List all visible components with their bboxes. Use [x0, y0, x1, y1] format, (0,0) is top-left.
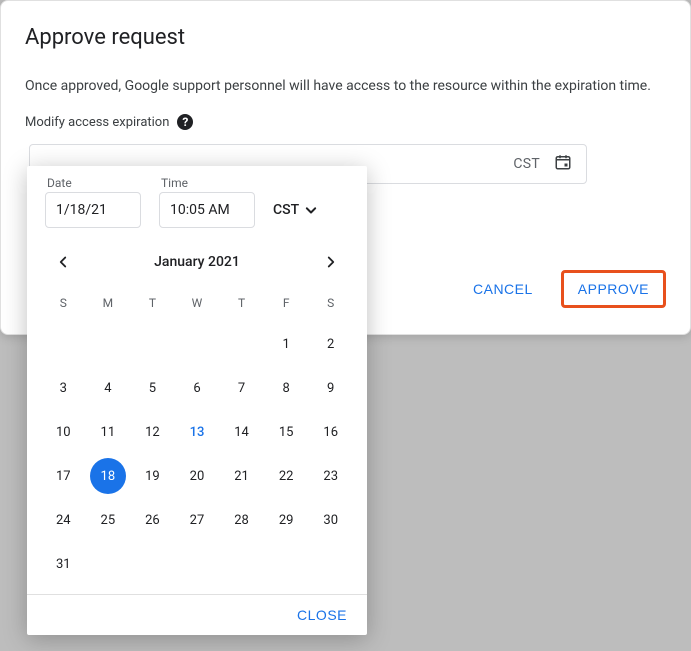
calendar-day[interactable]: 10 — [41, 410, 86, 454]
calendar-day[interactable]: 23 — [308, 454, 353, 498]
calendar-day[interactable]: 19 — [130, 454, 175, 498]
calendar-day[interactable]: 15 — [264, 410, 309, 454]
next-month-button[interactable] — [315, 246, 347, 278]
expiration-section: Modify access expiration ? — [25, 114, 666, 130]
month-label: January 2021 — [154, 254, 240, 270]
day-of-week: W — [175, 286, 220, 322]
calendar-day[interactable]: 3 — [41, 366, 86, 410]
date-input[interactable] — [45, 192, 141, 228]
chevron-right-icon — [322, 253, 340, 271]
calendar-grid: SMTWTFS123456789101112131415161718192021… — [27, 286, 367, 594]
expiration-label: Modify access expiration — [25, 115, 169, 130]
calendar-day[interactable]: 8 — [264, 366, 309, 410]
datetime-tz: CST — [513, 156, 540, 172]
picker-inputs: Date Time CST — [27, 176, 367, 234]
calendar-day[interactable]: 1 — [264, 322, 309, 366]
dialog-title: Approve request — [25, 25, 666, 50]
prev-month-button[interactable] — [47, 246, 79, 278]
time-field: Time — [159, 176, 255, 228]
time-label: Time — [161, 176, 255, 190]
cancel-button[interactable]: CANCEL — [459, 271, 547, 307]
day-of-week: T — [130, 286, 175, 322]
calendar-day[interactable]: 31 — [41, 542, 86, 586]
approve-button[interactable]: APPROVE — [564, 273, 663, 305]
calendar-day[interactable]: 22 — [264, 454, 309, 498]
chevron-left-icon — [54, 253, 72, 271]
calendar-day[interactable]: 27 — [175, 498, 220, 542]
day-of-week: T — [219, 286, 264, 322]
calendar-day[interactable]: 16 — [308, 410, 353, 454]
close-button[interactable]: CLOSE — [297, 607, 347, 623]
help-icon[interactable]: ? — [177, 114, 193, 130]
calendar-day[interactable]: 4 — [86, 366, 131, 410]
picker-footer: CLOSE — [27, 594, 367, 635]
calendar-day[interactable]: 20 — [175, 454, 220, 498]
calendar-day[interactable]: 5 — [130, 366, 175, 410]
calendar-icon — [554, 153, 572, 176]
dialog-body: Once approved, Google support personnel … — [25, 78, 666, 94]
calendar-day[interactable]: 13 — [175, 410, 220, 454]
calendar-day[interactable]: 28 — [219, 498, 264, 542]
calendar-day[interactable]: 11 — [86, 410, 131, 454]
dialog-actions: CANCEL APPROVE — [459, 270, 666, 308]
day-of-week: F — [264, 286, 309, 322]
calendar-day[interactable]: 21 — [219, 454, 264, 498]
calendar-blank — [219, 322, 264, 366]
calendar-day[interactable]: 18 — [86, 454, 131, 498]
calendar-blank — [86, 322, 131, 366]
timezone-label: CST — [273, 202, 299, 218]
calendar-day[interactable]: 17 — [41, 454, 86, 498]
calendar-blank — [175, 322, 220, 366]
calendar-blank — [130, 322, 175, 366]
calendar-day[interactable]: 30 — [308, 498, 353, 542]
day-of-week: M — [86, 286, 131, 322]
calendar-day[interactable]: 26 — [130, 498, 175, 542]
calendar-day[interactable]: 29 — [264, 498, 309, 542]
chevron-down-icon — [301, 200, 321, 220]
day-of-week: S — [41, 286, 86, 322]
calendar-day[interactable]: 25 — [86, 498, 131, 542]
calendar-day[interactable]: 14 — [219, 410, 264, 454]
calendar-day[interactable]: 7 — [219, 366, 264, 410]
month-navigation: January 2021 — [27, 234, 367, 286]
calendar-day[interactable]: 24 — [41, 498, 86, 542]
calendar-day[interactable]: 2 — [308, 322, 353, 366]
approve-highlight: APPROVE — [561, 270, 666, 308]
timezone-select[interactable]: CST — [273, 200, 321, 228]
time-input[interactable] — [159, 192, 255, 228]
calendar-day[interactable]: 6 — [175, 366, 220, 410]
date-label: Date — [47, 176, 141, 190]
calendar-day[interactable]: 9 — [308, 366, 353, 410]
date-picker-popover: Date Time CST January 2021 SMTWTFS123456… — [27, 166, 367, 635]
day-of-week: S — [308, 286, 353, 322]
date-field: Date — [45, 176, 141, 228]
calendar-day[interactable]: 12 — [130, 410, 175, 454]
calendar-blank — [41, 322, 86, 366]
